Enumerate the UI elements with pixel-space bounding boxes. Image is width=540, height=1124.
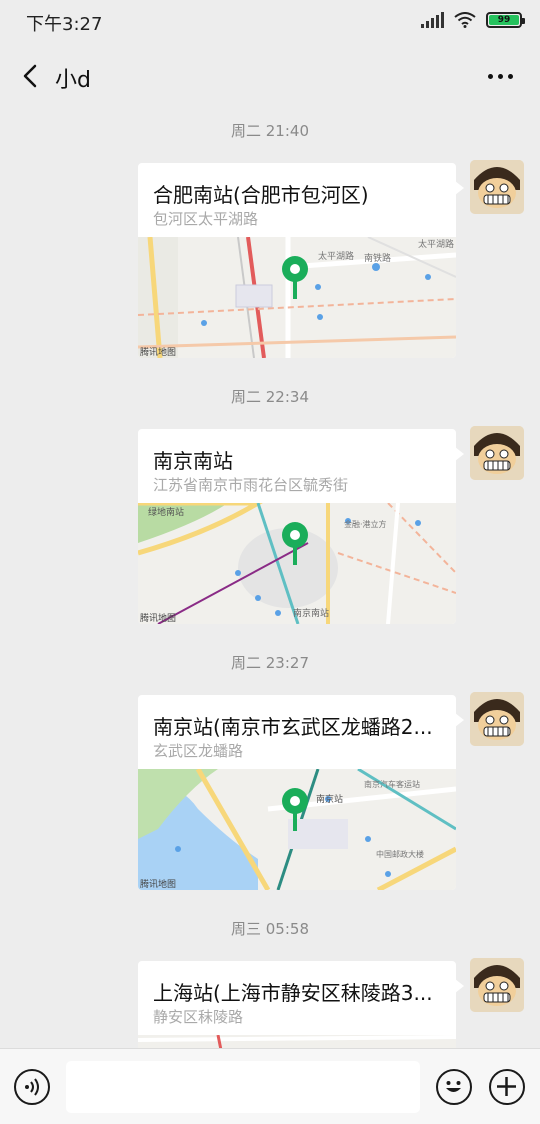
- map-watermark: 腾讯地图: [140, 346, 176, 358]
- location-address: 静安区秣陵路: [153, 1008, 244, 1026]
- avatar-image: [470, 692, 524, 746]
- status-time: 下午3:27: [26, 14, 103, 35]
- chat-title: 小d: [55, 68, 91, 93]
- map-label: 金融·港立方: [344, 519, 387, 529]
- location-title: 合肥南站(合肥市包河区): [153, 183, 369, 207]
- message-timestamp: 周二 23:27: [231, 654, 309, 672]
- map-thumbnail: 南京站 南京汽车客运站 中国邮政大楼 腾讯地图: [138, 769, 456, 890]
- location-title: 南京站(南京市玄武区龙蟠路2...: [153, 715, 433, 739]
- voice-button[interactable]: [14, 1069, 50, 1105]
- map-label: 南京站: [316, 793, 343, 805]
- avatar-image: [470, 958, 524, 1012]
- avatar[interactable]: [470, 958, 524, 1012]
- status-icons: 99: [421, 12, 525, 28]
- avatar-image: [470, 160, 524, 214]
- map-watermark: 腾讯地图: [140, 612, 176, 624]
- avatar[interactable]: [470, 160, 524, 214]
- voice-icon: [25, 1078, 39, 1096]
- message-timestamp: 周二 22:34: [231, 388, 309, 406]
- location-message[interactable]: 南京南站 江苏省南京市雨花台区毓秀街 绿地南站 金融·港立方 南京南站 腾讯地图: [138, 429, 464, 624]
- status-bar: 下午3:27 99: [0, 0, 540, 44]
- plus-icon: [497, 1077, 516, 1096]
- map-label: 中国邮政大楼: [376, 849, 424, 859]
- location-title: 上海站(上海市静安区秣陵路3...: [153, 981, 433, 1005]
- map-watermark: 腾讯地图: [140, 878, 176, 890]
- wifi-icon: [454, 12, 476, 28]
- message-input[interactable]: [66, 1061, 420, 1113]
- location-address: 玄武区龙蟠路: [153, 742, 244, 760]
- location-message[interactable]: 上海站(上海市静安区秣陵路3... 静安区秣陵路: [138, 961, 464, 1048]
- back-button[interactable]: [12, 58, 48, 94]
- emoji-button[interactable]: [436, 1069, 472, 1105]
- location-address: 包河区太平湖路: [153, 210, 259, 228]
- message-timestamp: 周二 21:40: [231, 122, 309, 140]
- more-options-button[interactable]: [480, 58, 520, 94]
- map-label: 南京汽车客运站: [364, 779, 420, 789]
- avatar[interactable]: [470, 426, 524, 480]
- map-label: 南铁路: [364, 252, 391, 264]
- more-functions-button[interactable]: [489, 1069, 525, 1105]
- location-address: 江苏省南京市雨花台区毓秀街: [153, 476, 349, 494]
- signal-icon: [421, 12, 444, 28]
- map-label: 太平湖路: [318, 250, 354, 262]
- chevron-left-icon: [23, 64, 37, 88]
- location-message[interactable]: 南京站(南京市玄武区龙蟠路2... 玄武区龙蟠路 南京站 南京汽车客运站 中国邮…: [138, 695, 464, 890]
- avatar[interactable]: [470, 692, 524, 746]
- battery-level: 99: [489, 15, 519, 25]
- map-thumbnail: 绿地南站 金融·港立方 南京南站 腾讯地图: [138, 503, 456, 624]
- emoji-icon: [446, 1081, 461, 1092]
- location-message[interactable]: 合肥南站(合肥市包河区) 包河区太平湖路 太平湖路 南铁路 太平湖路 腾讯地图: [138, 163, 464, 358]
- message-list[interactable]: 周二 21:40 合肥南站(合肥市包河区) 包河区太平湖路 太平湖路 南铁路 太…: [0, 110, 540, 1048]
- more-dots-icon: [487, 73, 493, 79]
- avatar-image: [470, 426, 524, 480]
- map-label: 太平湖路: [418, 238, 454, 250]
- map-thumbnail: 太平湖路 南铁路 太平湖路 腾讯地图: [138, 237, 456, 358]
- map-thumbnail: [138, 1035, 456, 1048]
- map-label: 南京南站: [293, 607, 329, 619]
- message-timestamp: 周三 05:58: [231, 920, 309, 938]
- map-label: 绿地南站: [148, 506, 184, 518]
- chat-header: 小d: [0, 44, 540, 110]
- input-bar: [0, 1048, 540, 1124]
- battery-icon: 99: [486, 12, 525, 28]
- location-title: 南京南站: [153, 449, 233, 473]
